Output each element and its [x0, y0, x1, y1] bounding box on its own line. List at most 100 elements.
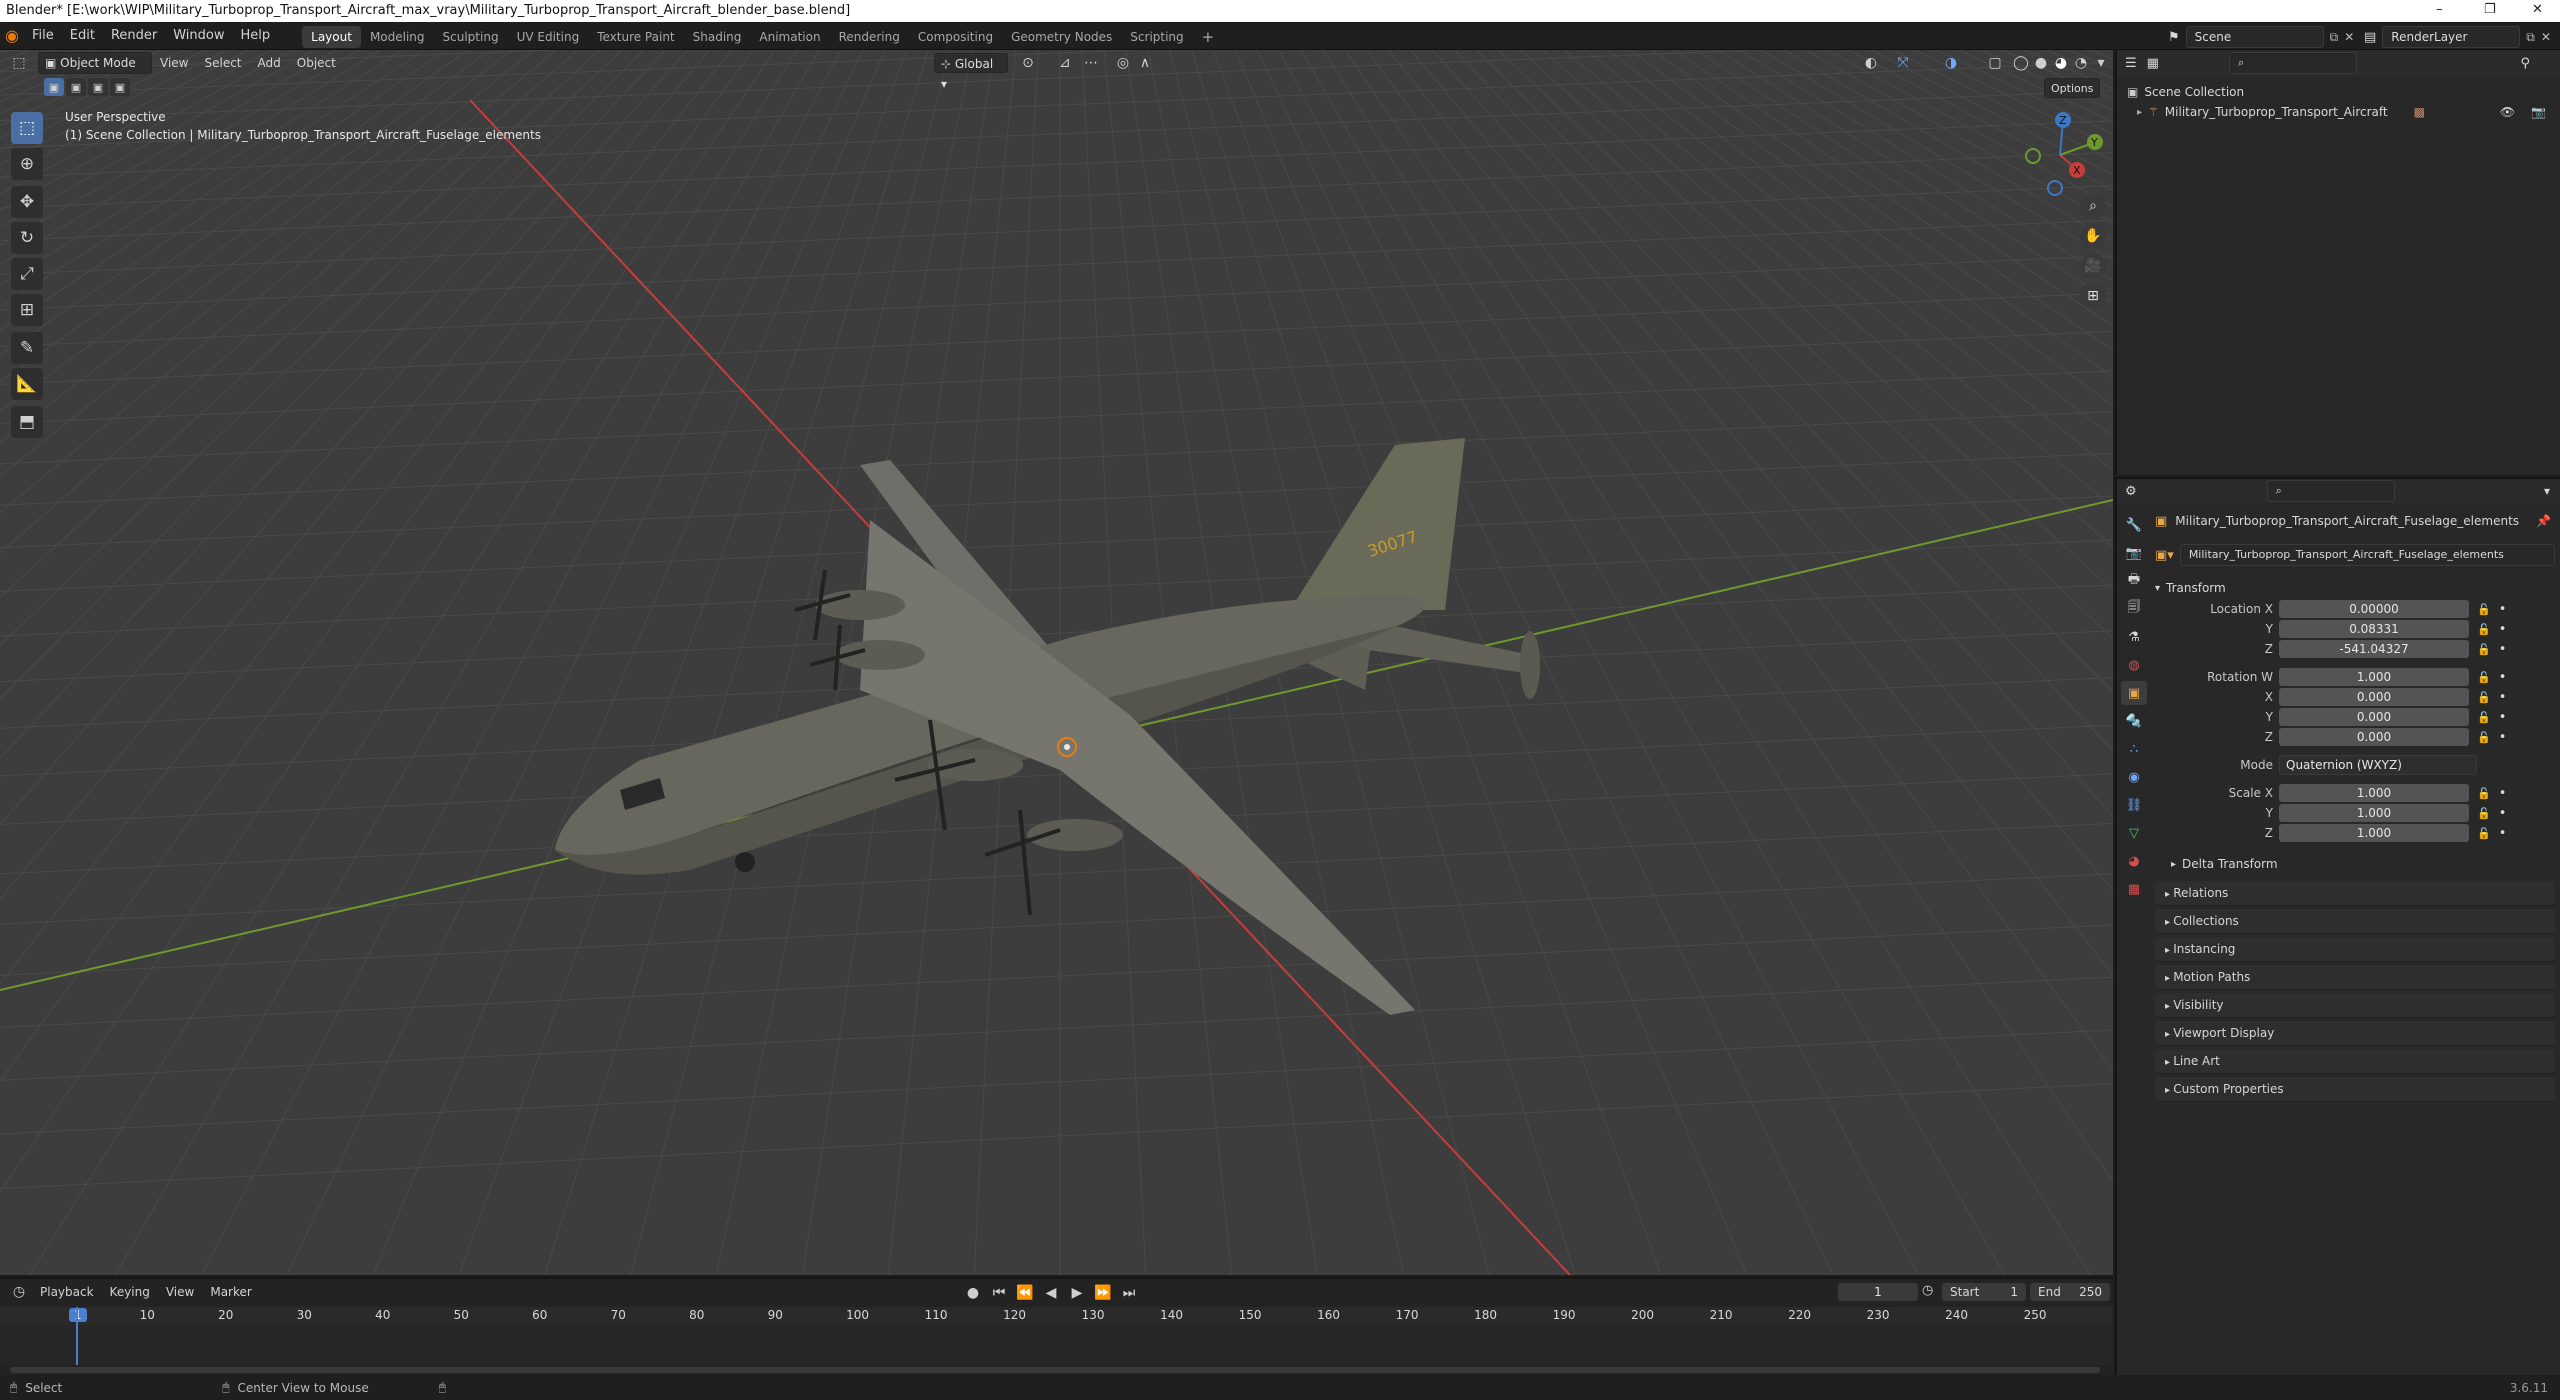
object-name-field[interactable]: Military_Turboprop_Transport_Aircraft_Fu… — [2179, 544, 2555, 566]
keyframe-dot-icon[interactable]: • — [2499, 642, 2507, 657]
scene-tab-icon[interactable]: ⚗ — [2121, 625, 2147, 649]
collapsed-panel[interactable]: ▸ Visibility — [2155, 993, 2555, 1018]
viewport-menu-add[interactable]: Add — [250, 50, 289, 76]
lock-icon[interactable]: 🔓 — [2477, 731, 2491, 744]
collapsed-panel[interactable]: ▸ Custom Properties — [2155, 1077, 2555, 1102]
world-tab-icon[interactable]: ◍ — [2121, 653, 2147, 677]
blender-logo-icon[interactable]: ◉ — [0, 26, 24, 45]
tab-compositing[interactable]: Compositing — [909, 26, 1002, 48]
scale-tool-icon[interactable]: ⤢ — [11, 258, 43, 290]
keyframe-dot-icon[interactable]: • — [2499, 806, 2507, 821]
display-mode-icon[interactable]: ▦ — [2147, 56, 2159, 71]
lock-icon[interactable]: 🔓 — [2477, 787, 2491, 800]
close-button[interactable]: ✕ — [2532, 2, 2543, 17]
play-icon[interactable]: ▶ — [1067, 1282, 1087, 1304]
maximize-button[interactable]: ❐ — [2484, 2, 2496, 17]
current-frame-field[interactable]: 1 — [1838, 1283, 1918, 1301]
tab-texture-paint[interactable]: Texture Paint — [588, 26, 683, 48]
properties-options-icon[interactable]: ▾ — [2544, 484, 2550, 498]
next-keyframe-icon[interactable]: ⏩ — [1093, 1282, 1113, 1304]
menu-help[interactable]: Help — [233, 22, 279, 50]
outliner-item[interactable]: ▸ ⚚ Military_Turboprop_Transport_Aircraf… — [2127, 102, 2560, 122]
transform-value-field[interactable]: 0.000 — [2279, 728, 2469, 746]
lock-icon[interactable]: 🔓 — [2477, 623, 2491, 636]
measure-tool-icon[interactable]: 📐 — [11, 368, 43, 400]
mode-dropdown[interactable]: ▣ Object Mode ▾ — [38, 52, 152, 90]
lock-icon[interactable]: 🔓 — [2477, 643, 2491, 656]
add-cube-tool-icon[interactable]: ⬒ — [11, 406, 43, 438]
collapsed-panel[interactable]: ▸ Relations — [2155, 881, 2555, 906]
modifier-tab-icon[interactable]: 🔩 — [2121, 709, 2147, 733]
tab-sculpting[interactable]: Sculpting — [434, 26, 508, 48]
lock-icon[interactable]: 🔓 — [2477, 807, 2491, 820]
select-invert-icon[interactable]: ▣ — [110, 78, 130, 96]
outliner-root[interactable]: ▣ Scene Collection — [2127, 82, 2560, 102]
jump-start-icon[interactable]: ⏮ — [989, 1282, 1009, 1304]
rotation-mode-dropdown[interactable]: Quaternion (WXYZ) — [2279, 755, 2477, 775]
menu-window[interactable]: Window — [165, 22, 232, 50]
visibility-icon[interactable]: ◐ — [1858, 52, 1884, 74]
filter-icon[interactable]: ⚲ — [2520, 56, 2530, 71]
transform-value-field[interactable]: 0.00000 — [2279, 600, 2469, 618]
select-extend-icon[interactable]: ▣ — [66, 78, 86, 96]
data-tab-icon[interactable]: ▽ — [2121, 821, 2147, 845]
transform-value-field[interactable]: 0.000 — [2279, 688, 2469, 706]
keyframe-dot-icon[interactable]: • — [2499, 690, 2507, 705]
transform-orientation-dropdown[interactable]: ⊹ Global ▾ — [934, 53, 1008, 91]
preview-range-icon[interactable]: ◷ — [1922, 1283, 1933, 1298]
snap-icon[interactable]: ⊿ — [1052, 52, 1078, 74]
xray-toggle-icon[interactable]: ▢ — [1982, 52, 2008, 74]
options-button[interactable]: Options — [2044, 78, 2101, 98]
rotate-tool-icon[interactable]: ↻ — [11, 222, 43, 254]
new-view-layer-icon[interactable]: ⧉ — [2526, 30, 2535, 45]
timeline-menu-view[interactable]: View — [158, 1279, 202, 1305]
collapsed-panel[interactable]: ▸ Instancing — [2155, 937, 2555, 962]
view-layer-field[interactable]: RenderLayer — [2382, 26, 2521, 48]
shading-options-icon[interactable]: ▾ — [2088, 52, 2113, 74]
select-subtract-icon[interactable]: ▣ — [88, 78, 108, 96]
timeline-editor-icon[interactable]: ◷ — [6, 1281, 32, 1303]
transform-value-field[interactable]: 1.000 — [2279, 784, 2469, 802]
tab-layout[interactable]: Layout — [302, 26, 361, 48]
transform-value-field[interactable]: 1.000 — [2279, 824, 2469, 842]
expand-arrow-icon[interactable]: ▸ — [2137, 107, 2142, 118]
record-icon[interactable]: ● — [963, 1282, 983, 1304]
properties-search-input[interactable]: ⌕ — [2266, 480, 2395, 502]
timeline-scrollbar[interactable] — [10, 1367, 2100, 1373]
falloff-icon[interactable]: ∧ — [1132, 52, 1158, 74]
aircraft-model[interactable] — [555, 438, 1540, 1015]
jump-end-icon[interactable]: ⏭ — [1119, 1282, 1139, 1304]
pin-icon[interactable]: 📌 — [2536, 514, 2551, 528]
cursor-tool-icon[interactable]: ⊕ — [11, 148, 43, 180]
viewport-menu-select[interactable]: Select — [196, 50, 249, 76]
transform-tool-icon[interactable]: ⊞ — [11, 294, 43, 326]
physics-tab-icon[interactable]: ◉ — [2121, 765, 2147, 789]
lock-icon[interactable]: 🔓 — [2477, 603, 2491, 616]
menu-edit[interactable]: Edit — [62, 22, 103, 50]
move-tool-icon[interactable]: ✥ — [11, 186, 43, 218]
transform-panel-header[interactable]: ▾ Transform — [2155, 577, 2555, 599]
pivot-point-icon[interactable]: ⊙ — [1015, 52, 1041, 74]
viewport-menu-object[interactable]: Object — [289, 50, 344, 76]
scene-field[interactable]: Scene — [2185, 26, 2324, 48]
tab-uv-editing[interactable]: UV Editing — [508, 26, 589, 48]
select-box-tool-icon[interactable]: ⬚ — [11, 112, 43, 144]
collapsed-panel[interactable]: ▸ Viewport Display — [2155, 1021, 2555, 1046]
transform-value-field[interactable]: 0.08331 — [2279, 620, 2469, 638]
prev-keyframe-icon[interactable]: ⏪ — [1015, 1282, 1035, 1304]
keyframe-dot-icon[interactable]: • — [2499, 622, 2507, 637]
editor-type-icon[interactable]: ⬚ — [6, 52, 32, 74]
lock-icon[interactable]: 🔓 — [2477, 671, 2491, 684]
collapsed-panel[interactable]: ▸ Collections — [2155, 909, 2555, 934]
keyframe-dot-icon[interactable]: • — [2499, 786, 2507, 801]
timeline-menu-keying[interactable]: Keying — [102, 1279, 158, 1305]
play-reverse-icon[interactable]: ◀ — [1041, 1282, 1061, 1304]
zoom-icon[interactable]: ⌕ — [2080, 193, 2106, 219]
timeline-menu-playback[interactable]: Playback — [32, 1279, 102, 1305]
properties-editor-icon[interactable]: ⚙ — [2125, 484, 2137, 499]
lock-icon[interactable]: 🔓 — [2477, 691, 2491, 704]
end-frame-field[interactable]: End 250 — [2030, 1283, 2110, 1301]
constraints-tab-icon[interactable]: ⛓ — [2121, 793, 2147, 817]
menu-file[interactable]: File — [24, 22, 62, 50]
tab-shading[interactable]: Shading — [684, 26, 751, 48]
